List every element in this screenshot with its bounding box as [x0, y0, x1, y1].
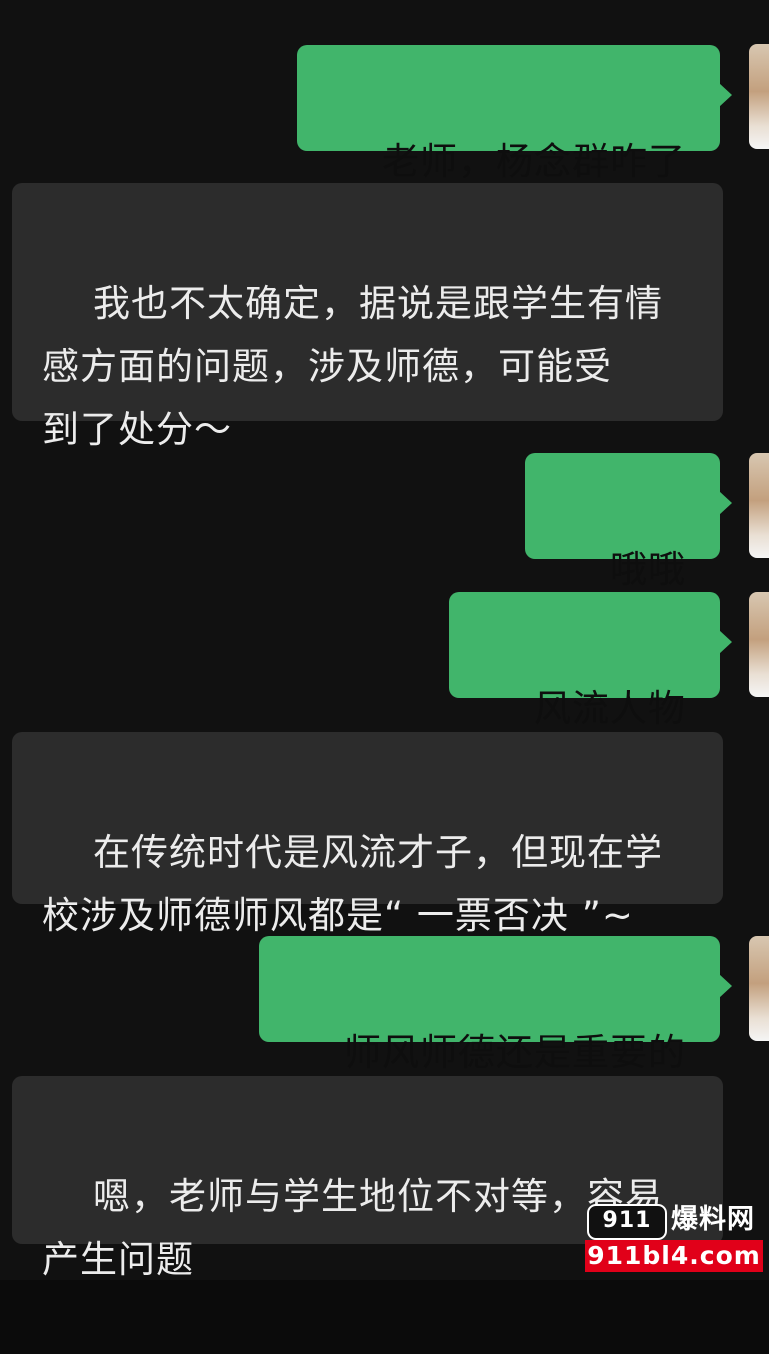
- message-text: 哦哦: [610, 548, 686, 591]
- message-text: 我也不太确定，据说是跟学生有情 感方面的问题，涉及师德，可能受 到了处分～: [42, 282, 664, 451]
- message-bubble-sent[interactable]: 师风师德还是重要的: [258, 936, 733, 1074]
- message-text: 师风师德还是重要的: [344, 1031, 686, 1074]
- message-bubble-sent[interactable]: 风流人物: [448, 592, 733, 730]
- watermark-domain: 911bl4.com: [585, 1240, 763, 1272]
- watermark-logo-badge: 911: [587, 1204, 667, 1240]
- chat-screen: 老师，杨念群咋了 我也不太确定，据说是跟学生有情 感方面的问题，涉及师德，可能受…: [0, 0, 769, 1281]
- message-text: 风流人物: [534, 687, 686, 730]
- message-text: 嗯，老师与学生地位不对等，容易 产生问题: [42, 1175, 664, 1281]
- message-bubble-sent[interactable]: 老师，杨念群咋了: [296, 45, 733, 183]
- message-text: 在传统时代是风流才子，但现在学 校涉及师德师风都是“ 一票否决 ”~: [42, 831, 664, 937]
- message-bubble-received[interactable]: 在传统时代是风流才子，但现在学 校涉及师德师风都是“ 一票否决 ”~: [12, 732, 723, 937]
- user-avatar[interactable]: [749, 936, 769, 1041]
- message-bubble-sent[interactable]: 哦哦: [524, 453, 733, 591]
- user-avatar[interactable]: [749, 44, 769, 149]
- user-avatar[interactable]: [749, 453, 769, 558]
- site-watermark: 911 爆料网 911bl4.com: [585, 1202, 763, 1274]
- watermark-site-name: 爆料网: [671, 1204, 755, 1235]
- user-avatar[interactable]: [749, 592, 769, 697]
- message-text: 老师，杨念群咋了: [382, 140, 686, 183]
- message-bubble-received[interactable]: 我也不太确定，据说是跟学生有情 感方面的问题，涉及师德，可能受 到了处分～: [12, 183, 723, 451]
